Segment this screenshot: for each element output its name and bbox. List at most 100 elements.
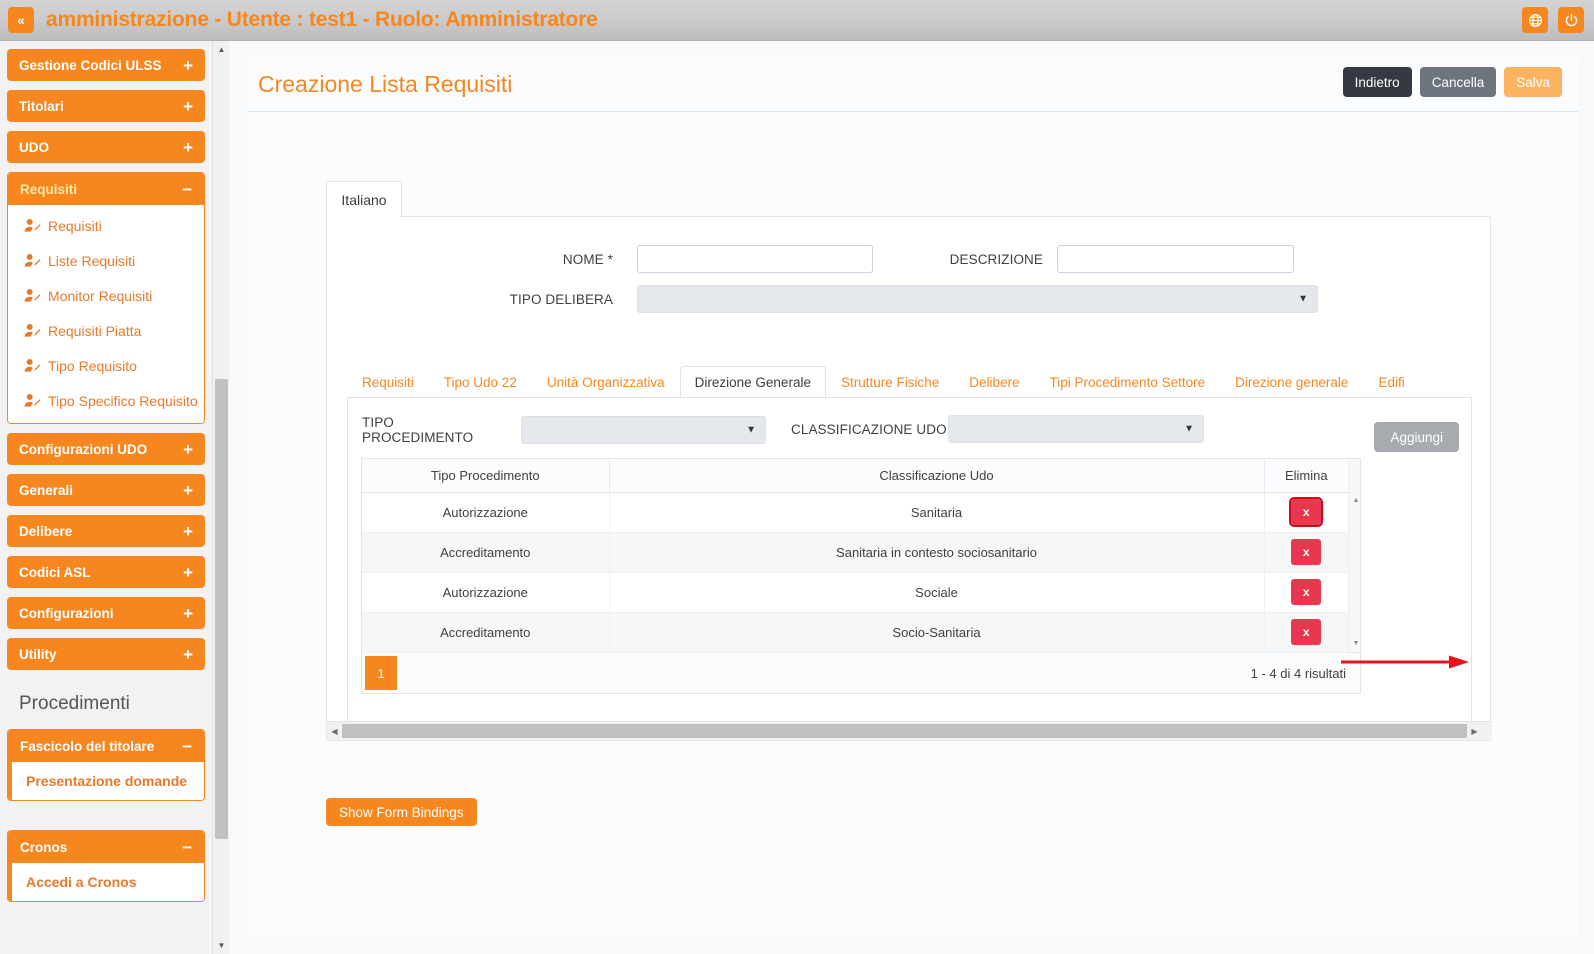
tab-strutture-fisiche[interactable]: Strutture Fisiche	[826, 368, 954, 398]
sidebar-subitem-label: Requisiti Piatta	[48, 322, 142, 339]
expand-plus-icon: +	[183, 562, 193, 582]
delete-row-button[interactable]: x	[1289, 497, 1324, 527]
cell-classificazione-udo: Sanitaria	[609, 492, 1265, 533]
tipo-delibera-select[interactable]: ▼	[637, 285, 1318, 313]
scroll-right-icon[interactable]: ▶	[1467, 722, 1482, 741]
tab-direzione-generale-2[interactable]: Direzione generale	[1220, 368, 1363, 398]
sidebar-item-label: Utility	[19, 646, 57, 662]
table-row[interactable]: Autorizzazione Sociale x	[362, 572, 1348, 613]
tab-tipi-procedimento-settore[interactable]: Tipi Procedimento Settore	[1035, 368, 1221, 398]
descrizione-input[interactable]	[1057, 245, 1294, 273]
table-row[interactable]: Accreditamento Sanitaria in contesto soc…	[362, 532, 1348, 573]
results-grid: Tipo Procedimento Classificazione Udo El…	[361, 458, 1361, 653]
grid-vertical-scrollbar[interactable]: ▲ ▼	[1348, 459, 1360, 652]
save-button[interactable]: Salva	[1504, 67, 1562, 97]
sidebar-subitem-liste-requisiti[interactable]: Liste Requisiti	[8, 243, 204, 278]
column-header-tipo-procedimento: Tipo Procedimento	[362, 459, 610, 493]
sidebar-collapse-icon[interactable]: «	[8, 7, 34, 33]
sidebar-item-label: Cronos	[20, 839, 68, 855]
user-edit-icon	[24, 218, 48, 233]
content-card: Creazione Lista Requisiti Indietro Cance…	[248, 57, 1578, 937]
sidebar-item-udo[interactable]: UDO +	[7, 131, 205, 163]
tab-delibere[interactable]: Delibere	[954, 368, 1034, 398]
tab-edifici[interactable]: Edifi	[1363, 368, 1419, 398]
back-button[interactable]: Indietro	[1342, 67, 1412, 97]
sidebar-section-title: Procedimenti	[19, 693, 130, 714]
descrizione-label: DESCRIZIONE	[949, 251, 1043, 267]
sidebar-subitem-requisiti[interactable]: Requisiti	[8, 208, 204, 243]
horizontal-scrollbar-thumb[interactable]	[342, 724, 1467, 738]
delete-row-button[interactable]: x	[1291, 539, 1322, 565]
sidebar-subitem-label: Tipo Specifico Requisito	[48, 392, 198, 409]
tab-requisiti[interactable]: Requisiti	[347, 368, 429, 398]
scroll-up-icon[interactable]: ▲	[1349, 493, 1363, 507]
tipo-procedimento-select[interactable]: ▼	[521, 416, 766, 444]
sidebar-subitem-requisiti-piatta[interactable]: Requisiti Piatta	[8, 313, 204, 348]
page-number-1[interactable]: 1	[365, 656, 397, 690]
show-form-bindings-button[interactable]: Show Form Bindings	[326, 798, 477, 826]
sidebar-subitem-accedi-a-cronos[interactable]: Accedi a Cronos	[8, 863, 204, 901]
user-edit-icon	[24, 253, 48, 268]
scroll-left-icon[interactable]: ◀	[327, 722, 342, 741]
delete-row-button[interactable]: x	[1291, 579, 1322, 605]
expand-plus-icon: +	[183, 439, 193, 459]
scroll-up-icon[interactable]: ▲	[213, 41, 230, 58]
direzione-generale-panel: TIPO PROCEDIMENTO ▼ CLASSIFICAZIONE UDO …	[347, 398, 1472, 723]
descrizione-field-row: DESCRIZIONE	[927, 245, 1294, 273]
classificazione-udo-label: CLASSIFICAZIONE UDO	[791, 421, 947, 437]
sidebar-item-codici-asl[interactable]: Codici ASL +	[7, 556, 205, 588]
expand-plus-icon: +	[183, 603, 193, 623]
cell-elimina: x	[1264, 492, 1348, 533]
sidebar-item-label: Codici ASL	[19, 564, 91, 580]
sidebar-subitem-tipo-requisito[interactable]: Tipo Requisito	[8, 348, 204, 383]
sidebar-subitem-label: Requisiti	[48, 217, 102, 234]
sidebar-item-generali[interactable]: Generali +	[7, 474, 205, 506]
sidebar-item-configurazioni[interactable]: Configurazioni +	[7, 597, 205, 629]
sidebar-scrollbar-thumb[interactable]	[215, 379, 228, 839]
results-table: Tipo Procedimento Classificazione Udo El…	[362, 459, 1348, 653]
sidebar-item-utility[interactable]: Utility +	[7, 638, 205, 670]
sidebar-item-delibere[interactable]: Delibere +	[7, 515, 205, 547]
sidebar-item-label: Gestione Codici ULSS	[19, 57, 162, 73]
sidebar-item-gestione-codici-ulss[interactable]: Gestione Codici ULSS +	[7, 49, 205, 81]
nome-label: NOME *	[562, 251, 613, 267]
sidebar-item-configurazioni-udo[interactable]: Configurazioni UDO +	[7, 433, 205, 465]
nome-input[interactable]	[637, 245, 873, 273]
table-row[interactable]: Accreditamento Socio-Sanitaria x	[362, 612, 1348, 653]
user-edit-icon	[24, 323, 48, 338]
main-content: Creazione Lista Requisiti Indietro Cance…	[230, 41, 1594, 954]
collapse-minus-icon: −	[182, 837, 192, 857]
sidebar-subitem-tipo-specifico-requisito[interactable]: Tipo Specifico Requisito	[8, 383, 204, 418]
power-icon[interactable]	[1558, 7, 1584, 33]
globe-icon[interactable]	[1522, 7, 1548, 33]
add-button[interactable]: Aggiungi	[1374, 422, 1459, 452]
tab-unita-organizzativa[interactable]: Unità Organizzativa	[532, 368, 680, 398]
cancel-button[interactable]: Cancella	[1419, 67, 1497, 97]
scroll-down-icon[interactable]: ▼	[1349, 636, 1363, 650]
tab-italiano[interactable]: Italiano	[326, 181, 402, 218]
sidebar-scrollbar[interactable]: ▲ ▼	[212, 41, 229, 954]
language-panel: Italiano NOME * DESCRIZIONE TIPO DELIBER…	[326, 181, 1492, 741]
classificazione-udo-select[interactable]: ▼	[948, 415, 1204, 443]
sidebar-item-cronos[interactable]: Cronos −	[8, 831, 204, 863]
tab-direzione-generale[interactable]: Direzione Generale	[679, 366, 826, 397]
page-header: Creazione Lista Requisiti Indietro Cance…	[248, 57, 1578, 112]
tipo-delibera-row: TIPO DELIBERA ▼	[487, 285, 1318, 313]
sidebar-item-fascicolo-del-titolare[interactable]: Fascicolo del titolare −	[8, 730, 204, 762]
sidebar-item-requisiti[interactable]: Requisiti −	[8, 173, 204, 205]
expand-plus-icon: +	[183, 55, 193, 75]
sidebar-subitem-monitor-requisiti[interactable]: Monitor Requisiti	[8, 278, 204, 313]
user-edit-icon	[24, 288, 48, 303]
sidebar-item-titolari[interactable]: Titolari +	[7, 90, 205, 122]
sidebar-group-requisiti: Requisiti − Requisiti Liste Requisiti Mo…	[7, 172, 205, 424]
cell-tipo-procedimento: Autorizzazione	[362, 492, 610, 533]
delete-row-button[interactable]: x	[1291, 619, 1322, 645]
sidebar-subitem-presentazione-domande[interactable]: Presentazione domande	[8, 762, 204, 800]
expand-plus-icon: +	[183, 480, 193, 500]
tab-tipo-udo-22[interactable]: Tipo Udo 22	[429, 368, 532, 398]
panel-horizontal-scrollbar[interactable]: ◀ ▶	[327, 721, 1492, 740]
expand-plus-icon: +	[183, 521, 193, 541]
scroll-down-icon[interactable]: ▼	[213, 937, 230, 954]
table-row[interactable]: Autorizzazione Sanitaria x	[362, 492, 1348, 533]
app-title: amministrazione - Utente : test1 - Ruolo…	[46, 8, 598, 31]
